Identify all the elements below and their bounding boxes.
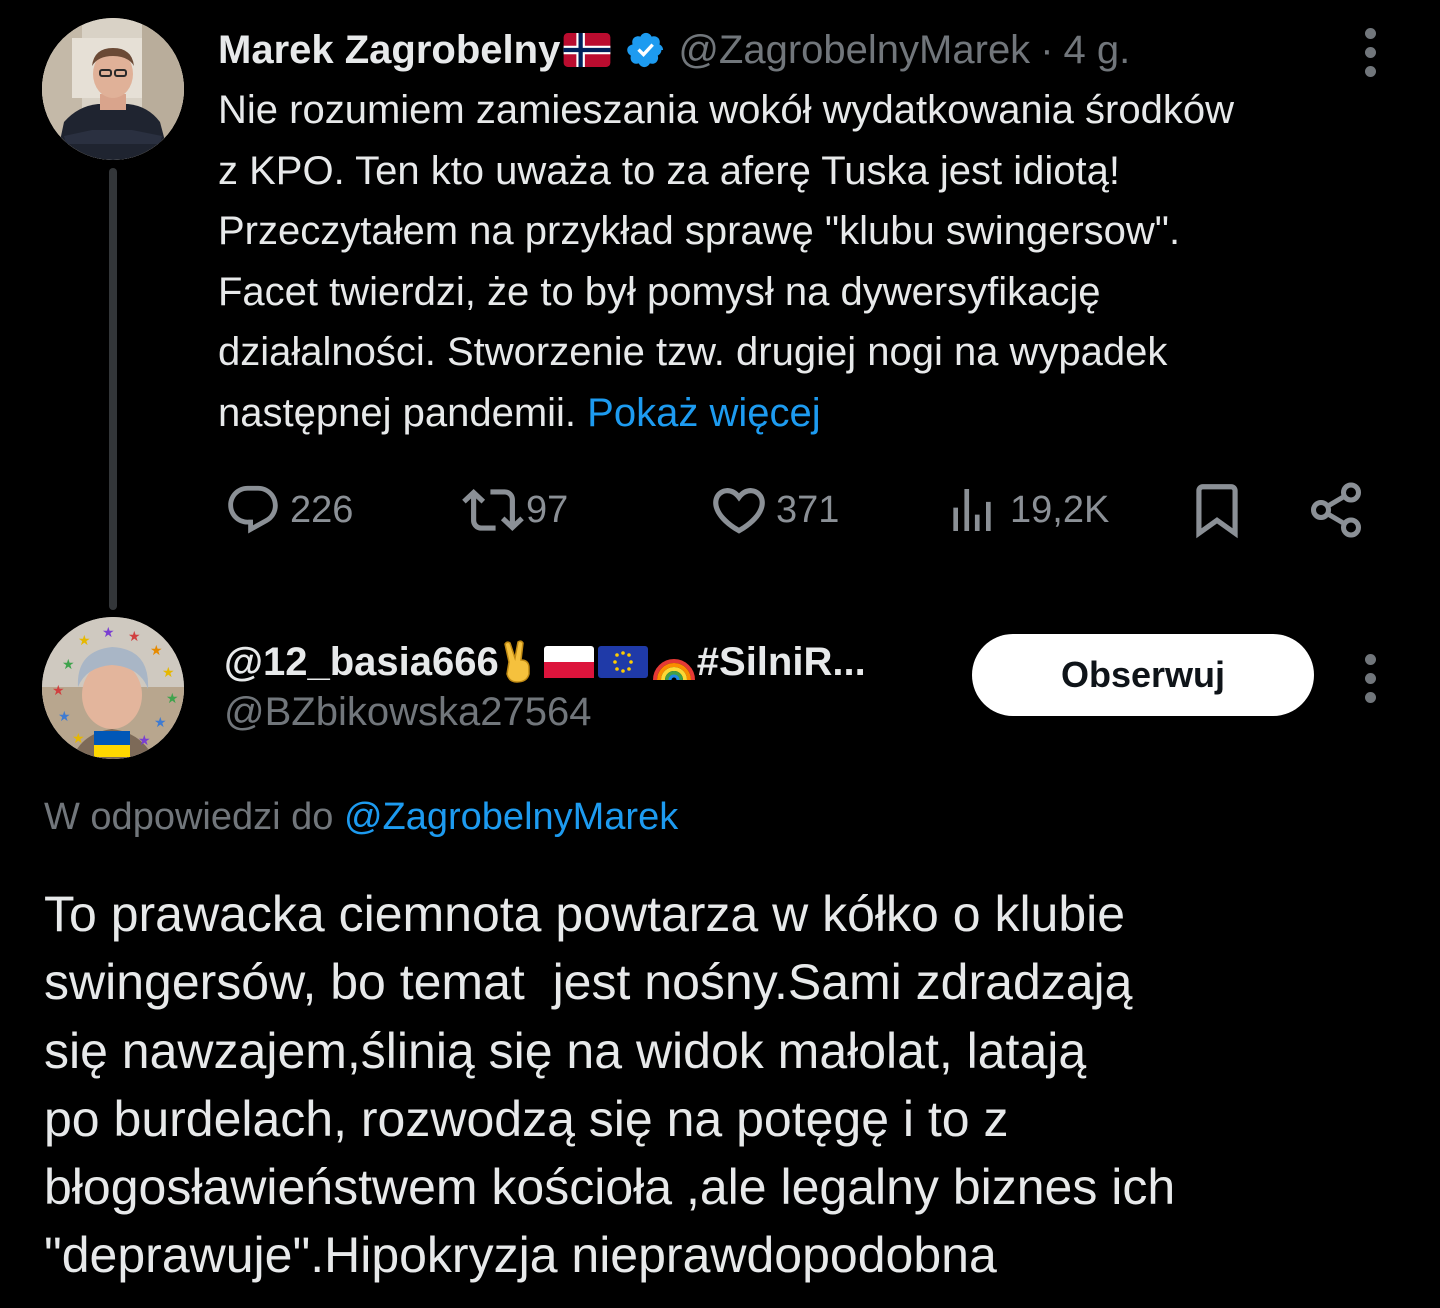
reply-text: To prawacka ciemnota powtarza w kółko o … [44,880,1414,1290]
svg-text:★: ★ [58,709,71,725]
tweet-text-last-line: następnej pandemii. Pokaż więcej [218,383,1398,444]
views-icon [953,489,991,531]
tweet-text-line: działalności. Stworzenie tzw. drugiej no… [218,330,1168,374]
tweet-time[interactable]: 4 g. [1064,28,1131,73]
header-separator: · [1040,27,1054,72]
victory-hand-icon [503,640,530,683]
tweet-text-line: Przeczytałem na przykład sprawę "klubu s… [218,209,1181,253]
reply-text-line: "deprawuje".Hipokryzja nieprawdopodobna [44,1227,997,1284]
author-name[interactable]: Marek Zagrobelny [218,28,560,73]
avatar-photo: ★ ★ ★ ★ ★ ★ ★ ★ ★ ★ ★ ★ [42,617,184,759]
eu-flag-icon [597,646,648,678]
repost-button[interactable]: 97 [462,478,568,542]
svg-text:★: ★ [162,665,175,681]
repost-icon [462,489,524,531]
author-handle[interactable]: @ZagrobelnyMarek [678,28,1030,73]
reply-author-avatar[interactable]: ★ ★ ★ ★ ★ ★ ★ ★ ★ ★ ★ ★ [42,617,184,759]
reply-to-handle-link[interactable]: @ZagrobelnyMarek [344,796,678,838]
reply-author-name-tail: #SilniR... [696,639,866,684]
tweet-text-line: następnej pandemii. [218,390,577,435]
svg-text:★: ★ [138,733,151,749]
reply-author-name: @12_basia666 [224,639,499,684]
reply-author-name-row[interactable]: @12_basia666 #SilniR... [224,632,866,692]
repost-count: 97 [526,488,569,531]
reply-text-line: błogosławieństwem kościoła ,ale legalny … [44,1159,1176,1216]
bookmark-button[interactable] [1186,478,1248,542]
svg-text:★: ★ [62,657,75,673]
svg-text:★: ★ [128,629,141,645]
tweet-header: Marek Zagrobelny @ZagrobelnyMarek · 4 g. [218,22,1130,78]
svg-text:★: ★ [102,625,115,641]
verified-badge-icon[interactable] [626,30,666,70]
reply-text-line: swingersów, bo temat jest nośny.Sami zdr… [44,954,1133,1011]
reply-to-prefix: W odpowiedzi do [44,796,334,838]
reply-text-line: po burdelach, rozwodzą się na potęgę i t… [44,1090,1009,1147]
views-button[interactable]: 19,2K [944,478,1109,542]
author-avatar[interactable] [42,18,184,160]
svg-text:★: ★ [150,643,163,659]
like-count: 371 [776,488,840,531]
svg-text:★: ★ [166,691,179,707]
reply-more-icon[interactable] [1360,654,1380,703]
svg-text:★: ★ [78,633,91,649]
share-icon [1311,482,1361,538]
thread-connector [109,168,117,610]
like-button[interactable]: 371 [708,478,839,542]
show-more-link[interactable]: Pokaż więcej [587,391,820,435]
rainbow-icon [652,659,695,681]
tweet-text-line: z KPO. Ten kto uważa to za aferę Tuska j… [218,148,1120,193]
like-icon [713,488,765,534]
poland-flag-icon [543,646,594,678]
reply-text-line: się nawzajem,ślinią się na widok małolat… [44,1022,1087,1079]
reply-text-line: To prawacka ciemnota powtarza w kółko o … [44,886,1126,942]
tweet-text: Nie rozumiem zamieszania wokół wydatkowa… [218,80,1398,443]
tweet-text-line: Facet twierdzi, że to był pomysł na dywe… [218,269,1101,314]
share-button[interactable] [1306,478,1366,542]
views-count: 19,2K [1010,488,1110,531]
reply-count: 226 [290,488,354,531]
tweet-more-icon[interactable] [1360,28,1380,77]
bookmark-icon [1196,484,1238,539]
reply-context: W odpowiedzi do @ZagrobelnyMarek [44,796,678,839]
reply-author-handle[interactable]: @BZbikowska27564 [224,690,591,735]
norway-flag-icon [563,33,611,67]
svg-text:★: ★ [154,715,167,731]
avatar-photo [42,18,184,160]
svg-text:★: ★ [52,683,65,699]
reply-button[interactable]: 226 [224,478,353,542]
follow-button[interactable]: Obserwuj [972,634,1314,716]
reply-icon [228,485,278,534]
tweet-text-line: Nie rozumiem zamieszania wokół wydatkowa… [218,88,1234,132]
svg-text:★: ★ [72,731,85,747]
